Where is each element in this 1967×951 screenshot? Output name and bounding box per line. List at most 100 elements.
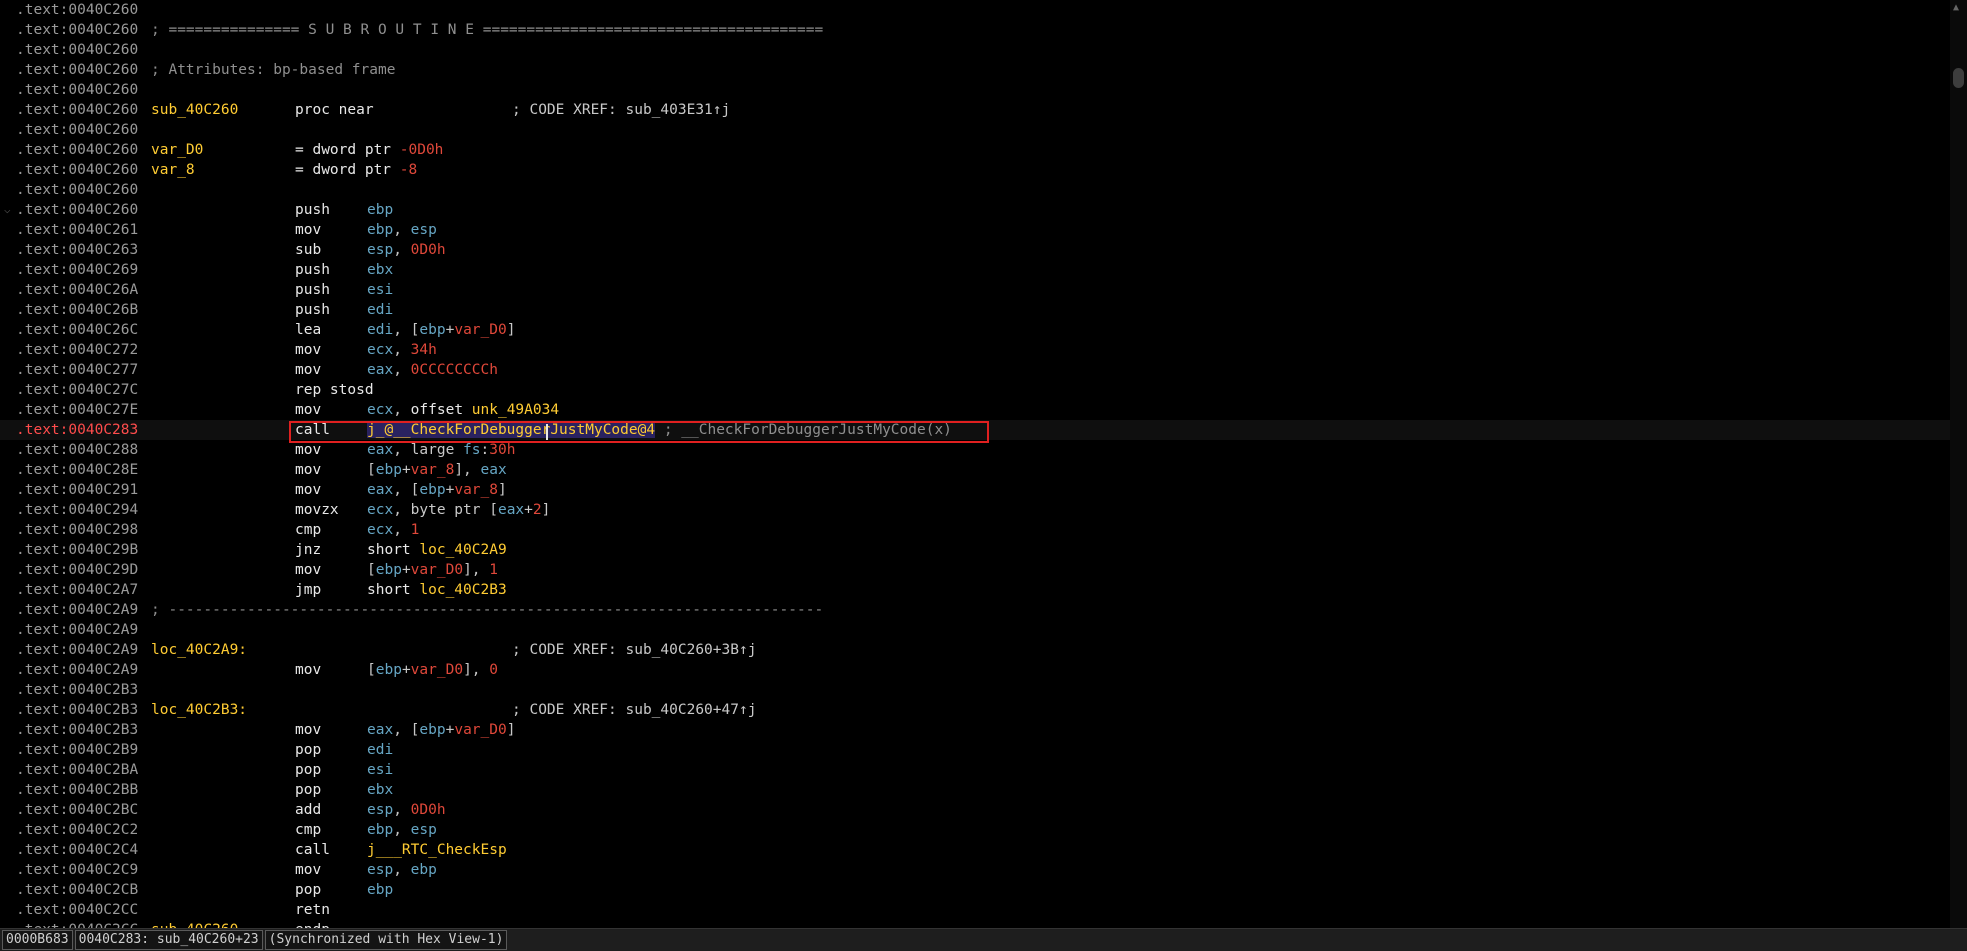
symbol-reference[interactable]: unk_49A034 — [472, 402, 559, 418]
line-address[interactable]: .text:0040C288 — [16, 440, 138, 460]
instruction-operands[interactable]: [ebp+var_8], eax — [367, 460, 507, 480]
current-line[interactable]: .text:0040C283 call j_@__CheckForDebuggerJ… — [0, 420, 1950, 440]
instruction-mnemonic[interactable]: mov — [295, 360, 321, 380]
code-label[interactable]: sub_40C260 — [151, 920, 238, 928]
instruction-operands[interactable]: edi — [367, 300, 393, 320]
instruction-mnemonic[interactable]: movzx — [295, 500, 339, 520]
instruction-mnemonic[interactable]: = dword ptr -8 — [295, 160, 417, 180]
instruction-mnemonic[interactable]: mov — [295, 660, 321, 680]
instruction-mnemonic[interactable]: mov — [295, 480, 321, 500]
line-address[interactable]: .text:0040C291 — [16, 480, 138, 500]
line-address[interactable]: .text:0040C298 — [16, 520, 138, 540]
line-address[interactable]: .text:0040C28E — [16, 460, 138, 480]
code-label[interactable]: loc_40C2A9: — [151, 640, 247, 660]
instruction-mnemonic[interactable]: cmp — [295, 820, 321, 840]
listing-line[interactable]: .text:0040C2A7 jmp short loc_40C2B3 — [0, 580, 1950, 600]
instruction-operands[interactable]: eax, [ebp+var_D0] — [367, 720, 515, 740]
line-address[interactable]: .text:0040C2A9 — [16, 600, 138, 620]
instruction-operands[interactable]: ebp — [367, 200, 393, 220]
instruction-mnemonic[interactable]: cmp — [295, 520, 321, 540]
line-address[interactable]: .text:0040C2A7 — [16, 580, 138, 600]
instruction-mnemonic[interactable]: pop — [295, 780, 321, 800]
instruction-mnemonic[interactable]: proc near — [295, 100, 374, 120]
instruction-mnemonic[interactable]: push — [295, 300, 330, 320]
line-address[interactable]: .text:0040C260 — [16, 20, 138, 40]
line-address[interactable]: .text:0040C2CB — [16, 880, 138, 900]
listing-line[interactable]: .text:0040C2A9 — [0, 620, 1950, 640]
instruction-mnemonic[interactable]: lea — [295, 320, 321, 340]
symbol-reference[interactable]: loc_40C2A9 — [419, 542, 506, 558]
line-address[interactable]: .text:0040C2BC — [16, 800, 138, 820]
instruction-operands[interactable]: ebx — [367, 260, 393, 280]
line-address[interactable]: .text:0040C2A9 — [16, 620, 138, 640]
instruction-operands[interactable]: ecx, 1 — [367, 520, 419, 540]
listing-line[interactable]: .text:0040C260 ; Attributes: bp-based fra… — [0, 60, 1950, 80]
listing-line[interactable]: .text:0040C2CC retn — [0, 900, 1950, 920]
instruction-mnemonic[interactable]: call — [295, 420, 330, 440]
line-address[interactable]: .text:0040C294 — [16, 500, 138, 520]
instruction-operands[interactable]: ebx — [367, 780, 393, 800]
listing-line[interactable]: .text:0040C2B3 loc_40C2B3: ; CODE XREF: su… — [0, 700, 1950, 720]
line-address[interactable]: .text:0040C2B3 — [16, 720, 138, 740]
line-address[interactable]: .text:0040C260 — [16, 0, 138, 20]
vertical-scrollbar[interactable]: ▲ — [1950, 0, 1967, 928]
instruction-operands[interactable]: j___RTC_CheckEsp — [367, 840, 507, 860]
instruction-operands[interactable]: short loc_40C2B3 — [367, 580, 507, 600]
line-address[interactable]: .text:0040C29D — [16, 560, 138, 580]
instruction-operands[interactable]: esp, 0D0h — [367, 240, 446, 260]
line-address[interactable]: .text:0040C2A9 — [16, 660, 138, 680]
listing-line[interactable]: .text:0040C260 — [0, 40, 1950, 60]
instruction-mnemonic[interactable]: rep stosd — [295, 380, 374, 400]
listing-line[interactable]: .text:0040C291 mov eax, [ebp+var_8] — [0, 480, 1950, 500]
line-address[interactable]: .text:0040C27E — [16, 400, 138, 420]
line-address[interactable]: .text:0040C29B — [16, 540, 138, 560]
code-label[interactable]: sub_40C260 — [151, 100, 238, 120]
line-address[interactable]: .text:0040C260 — [16, 140, 138, 160]
listing-line[interactable]: .text:0040C2C9 mov esp, ebp — [0, 860, 1950, 880]
listing-line[interactable]: .text:0040C298 cmp ecx, 1 — [0, 520, 1950, 540]
symbol-reference[interactable]: j___RTC_CheckEsp — [367, 842, 507, 858]
stack-variable[interactable]: var_8 — [411, 462, 455, 478]
listing-line[interactable]: .text:0040C2CC sub_40C260 endp — [0, 920, 1950, 928]
instruction-mnemonic[interactable]: jnz — [295, 540, 321, 560]
listing-line[interactable]: .text:0040C2BA pop esi — [0, 760, 1950, 780]
symbol-reference[interactable]: loc_40C2B3 — [419, 582, 506, 598]
line-address[interactable]: .text:0040C283 — [16, 420, 138, 440]
scrollbar-thumb[interactable] — [1953, 68, 1964, 88]
line-address[interactable]: .text:0040C260 — [16, 200, 138, 220]
instruction-mnemonic[interactable]: mov — [295, 860, 321, 880]
listing-line[interactable]: .text:0040C277 mov eax, 0CCCCCCCCh — [0, 360, 1950, 380]
listing-line[interactable]: .text:0040C260 — [0, 120, 1950, 140]
listing-line[interactable]: .text:0040C2B9 pop edi — [0, 740, 1950, 760]
line-address[interactable]: .text:0040C27C — [16, 380, 138, 400]
instruction-mnemonic[interactable]: retn — [295, 900, 330, 920]
instruction-mnemonic[interactable]: mov — [295, 720, 321, 740]
stack-variable[interactable]: var_D0 — [411, 562, 463, 578]
line-address[interactable]: .text:0040C260 — [16, 60, 138, 80]
instruction-mnemonic[interactable]: call — [295, 840, 330, 860]
listing-line[interactable]: .text:0040C2CB pop ebp — [0, 880, 1950, 900]
line-address[interactable]: .text:0040C2C2 — [16, 820, 138, 840]
listing-line[interactable]: .text:0040C27E mov ecx, offset unk_49A034 — [0, 400, 1950, 420]
listing-line[interactable]: .text:0040C26A push esi — [0, 280, 1950, 300]
xref-comment[interactable]: ; CODE XREF: sub_403E31↑j — [512, 100, 730, 120]
listing-line[interactable]: .text:0040C272 mov ecx, 34h — [0, 340, 1950, 360]
listing-line[interactable]: .text:0040C2BB pop ebx — [0, 780, 1950, 800]
line-address[interactable]: .text:0040C260 — [16, 180, 138, 200]
instruction-mnemonic[interactable]: pop — [295, 740, 321, 760]
instruction-operands[interactable]: eax, [ebp+var_8] — [367, 480, 507, 500]
listing-line[interactable]: .text:0040C261 mov ebp, esp — [0, 220, 1950, 240]
fold-chevron-icon[interactable]: ⌵ — [4, 200, 11, 220]
line-address[interactable]: .text:0040C2CC — [16, 900, 138, 920]
disassembly-listing[interactable]: .text:0040C260 .text:0040C260; ==========… — [0, 0, 1950, 928]
listing-line[interactable]: .text:0040C27C rep stosd — [0, 380, 1950, 400]
instruction-mnemonic[interactable]: mov — [295, 340, 321, 360]
xref-comment[interactable]: ; CODE XREF: sub_40C260+3B↑j — [512, 640, 756, 660]
instruction-operands[interactable]: edi, [ebp+var_D0] — [367, 320, 515, 340]
code-label[interactable]: var_D0 — [151, 140, 203, 160]
instruction-mnemonic[interactable]: endp — [295, 920, 330, 928]
stack-variable[interactable]: var_D0 — [411, 662, 463, 678]
line-address[interactable]: .text:0040C2A9 — [16, 640, 138, 660]
instruction-mnemonic[interactable]: push — [295, 200, 330, 220]
stack-variable[interactable]: var_D0 — [454, 722, 506, 738]
